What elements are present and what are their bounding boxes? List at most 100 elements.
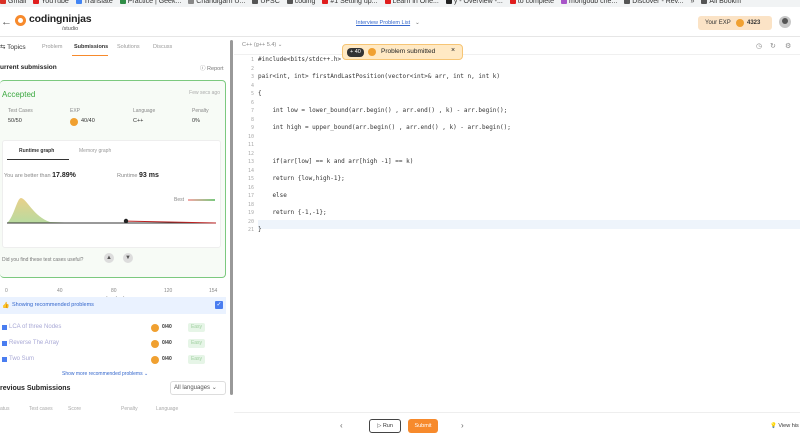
- brand-name[interactable]: codingninjas: [29, 13, 92, 25]
- bookmark-favicon-icon: [0, 0, 6, 4]
- column-test-cases: Test cases: [29, 406, 53, 412]
- bookmark-label: coding: [294, 0, 316, 5]
- run-button[interactable]: ▷ Run: [369, 419, 401, 433]
- code-line[interactable]: [258, 116, 511, 125]
- bookmark-favicon-icon: [322, 0, 329, 4]
- bookmark-item[interactable]: y - Overview -...: [445, 0, 503, 5]
- problem-icon: [2, 357, 7, 362]
- list-item[interactable]: Reverse The Array 0/40 Easy: [0, 339, 226, 351]
- language-filter-select[interactable]: All languages ⌄: [170, 381, 226, 395]
- tab-problem[interactable]: Problem: [42, 44, 62, 50]
- bookmark-item[interactable]: Gmail: [0, 0, 26, 5]
- submission-toast: + 40 Problem submitted ×: [342, 44, 463, 60]
- code-line[interactable]: return {low,high-1};: [258, 175, 511, 184]
- bookmark-item[interactable]: UPSC: [252, 0, 280, 5]
- line-number: 8: [250, 116, 254, 123]
- timer-icon[interactable]: ◷: [756, 42, 762, 50]
- show-more-recommended-link[interactable]: Show more recommended problems ⌄: [62, 371, 148, 377]
- code-line[interactable]: [258, 133, 511, 142]
- beat-percentage: You are better than 17.89%: [4, 172, 76, 179]
- tab-runtime-graph[interactable]: Runtime graph: [19, 148, 54, 154]
- line-number: 7: [250, 108, 254, 114]
- code-line[interactable]: pair<int, int> firstAndLastPosition(vect…: [258, 73, 511, 82]
- tick-154: 154: [209, 288, 218, 294]
- bookmark-item[interactable]: Chandigarh U...: [188, 0, 245, 5]
- editor-divider: [234, 412, 800, 413]
- code-line[interactable]: [258, 141, 511, 150]
- gear-icon[interactable]: ⚙: [785, 42, 791, 50]
- editor-language-select[interactable]: C++ (g++ 5.4) ⌄: [242, 42, 282, 48]
- bookmark-favicon-icon: [188, 0, 195, 4]
- bookmark-item[interactable]: Translate: [75, 0, 113, 5]
- bookmark-item[interactable]: Practice | Geek...: [119, 0, 181, 5]
- problem-name[interactable]: Reverse The Array: [9, 340, 59, 346]
- code-line[interactable]: [258, 167, 511, 176]
- tab-submissions[interactable]: Submissions: [74, 44, 108, 50]
- distribution-area: [7, 198, 79, 223]
- problem-name[interactable]: LCA of three Nodes: [9, 324, 61, 330]
- thumbs-up-icon[interactable]: ▲: [104, 253, 114, 263]
- status-accepted: Accepted: [2, 90, 36, 99]
- bookmark-favicon-icon: [445, 0, 452, 4]
- code-line[interactable]: return {-1,-1};: [258, 209, 511, 218]
- avatar[interactable]: [779, 16, 791, 28]
- tick-0: 0: [5, 288, 8, 294]
- code-line[interactable]: if(arr[low] == k and arr[high -1] == k): [258, 158, 511, 167]
- bookmark-favicon-icon: [624, 0, 631, 4]
- report-button[interactable]: ⓘ Report: [200, 64, 224, 72]
- exp-badge[interactable]: Your EXP 4323: [698, 16, 772, 30]
- column-score: Score: [68, 406, 82, 412]
- reset-icon[interactable]: ↻: [770, 42, 776, 50]
- exp-value: 4323: [747, 20, 761, 26]
- bookmark-item[interactable]: Learn in One...: [384, 0, 439, 5]
- coin-icon: [70, 118, 78, 126]
- code-line[interactable]: [258, 82, 511, 91]
- language-label: Language: [133, 108, 156, 114]
- code-line[interactable]: [258, 218, 511, 227]
- interview-problem-list-link[interactable]: Interview Problem List ⌄: [356, 20, 420, 26]
- code-line[interactable]: [258, 65, 511, 74]
- code-line[interactable]: [258, 201, 511, 210]
- previous-problem-button[interactable]: ‹: [340, 421, 343, 430]
- back-arrow-icon[interactable]: ←: [1, 16, 12, 28]
- code-line[interactable]: {: [258, 90, 511, 99]
- bookmark-item[interactable]: to complete: [509, 0, 554, 5]
- line-number: 5: [250, 91, 254, 97]
- view-hints-label: View his: [778, 423, 799, 429]
- bookmark-item[interactable]: coding: [286, 0, 316, 5]
- problem-list-label: Interview Problem List: [356, 20, 411, 26]
- list-item[interactable]: Two Sum 0/40 Easy: [0, 355, 226, 367]
- problem-name[interactable]: Two Sum: [9, 356, 34, 362]
- bookmark-item[interactable]: mongodb che...: [561, 0, 617, 5]
- bookmark-item[interactable]: »: [691, 0, 695, 5]
- column-penalty: Penalty: [121, 406, 138, 412]
- bookmark-item[interactable]: YouTube: [33, 0, 69, 5]
- bookmark-item[interactable]: All Bookm: [701, 0, 741, 5]
- close-icon[interactable]: ×: [451, 47, 455, 54]
- code-line[interactable]: int low = lower_bound(arr.begin() , arr.…: [258, 107, 511, 116]
- tab-solutions[interactable]: Solutions: [117, 44, 140, 50]
- bookmark-label: UPSC: [260, 0, 280, 5]
- left-panel-scrollbar[interactable]: [230, 40, 233, 395]
- code-line[interactable]: int high = upper_bound(arr.begin() , arr…: [258, 124, 510, 133]
- bookmark-favicon-icon: [509, 0, 516, 4]
- code-line[interactable]: else: [258, 192, 511, 201]
- coding-ninjas-logo-icon[interactable]: [15, 15, 26, 26]
- tab-discuss[interactable]: Discuss: [153, 44, 172, 50]
- thumbs-down-icon[interactable]: ▼: [123, 253, 133, 263]
- tab-memory-graph[interactable]: Memory graph: [79, 148, 111, 154]
- list-item[interactable]: LCA of three Nodes 0/40 Easy: [0, 323, 226, 335]
- code-line[interactable]: [258, 184, 511, 193]
- code-line[interactable]: [258, 99, 511, 108]
- tab-topics[interactable]: ⇆ Topics: [0, 43, 26, 51]
- bookmark-item[interactable]: Discover - Rev...: [624, 0, 684, 5]
- problem-score: 0/40: [162, 324, 172, 330]
- code-line[interactable]: [258, 150, 511, 159]
- submit-button[interactable]: Submit: [408, 419, 438, 433]
- code-editor[interactable]: #include<bits/stdc++.h> pair<int, int> fi…: [258, 56, 511, 235]
- bookmark-item[interactable]: #1 Setting up...: [322, 0, 378, 5]
- next-problem-button[interactable]: ›: [461, 421, 464, 430]
- code-line[interactable]: }: [258, 226, 511, 235]
- view-hints-button[interactable]: 💡 View his: [770, 423, 799, 429]
- recommended-toggle-checkbox[interactable]: ✓: [215, 301, 223, 309]
